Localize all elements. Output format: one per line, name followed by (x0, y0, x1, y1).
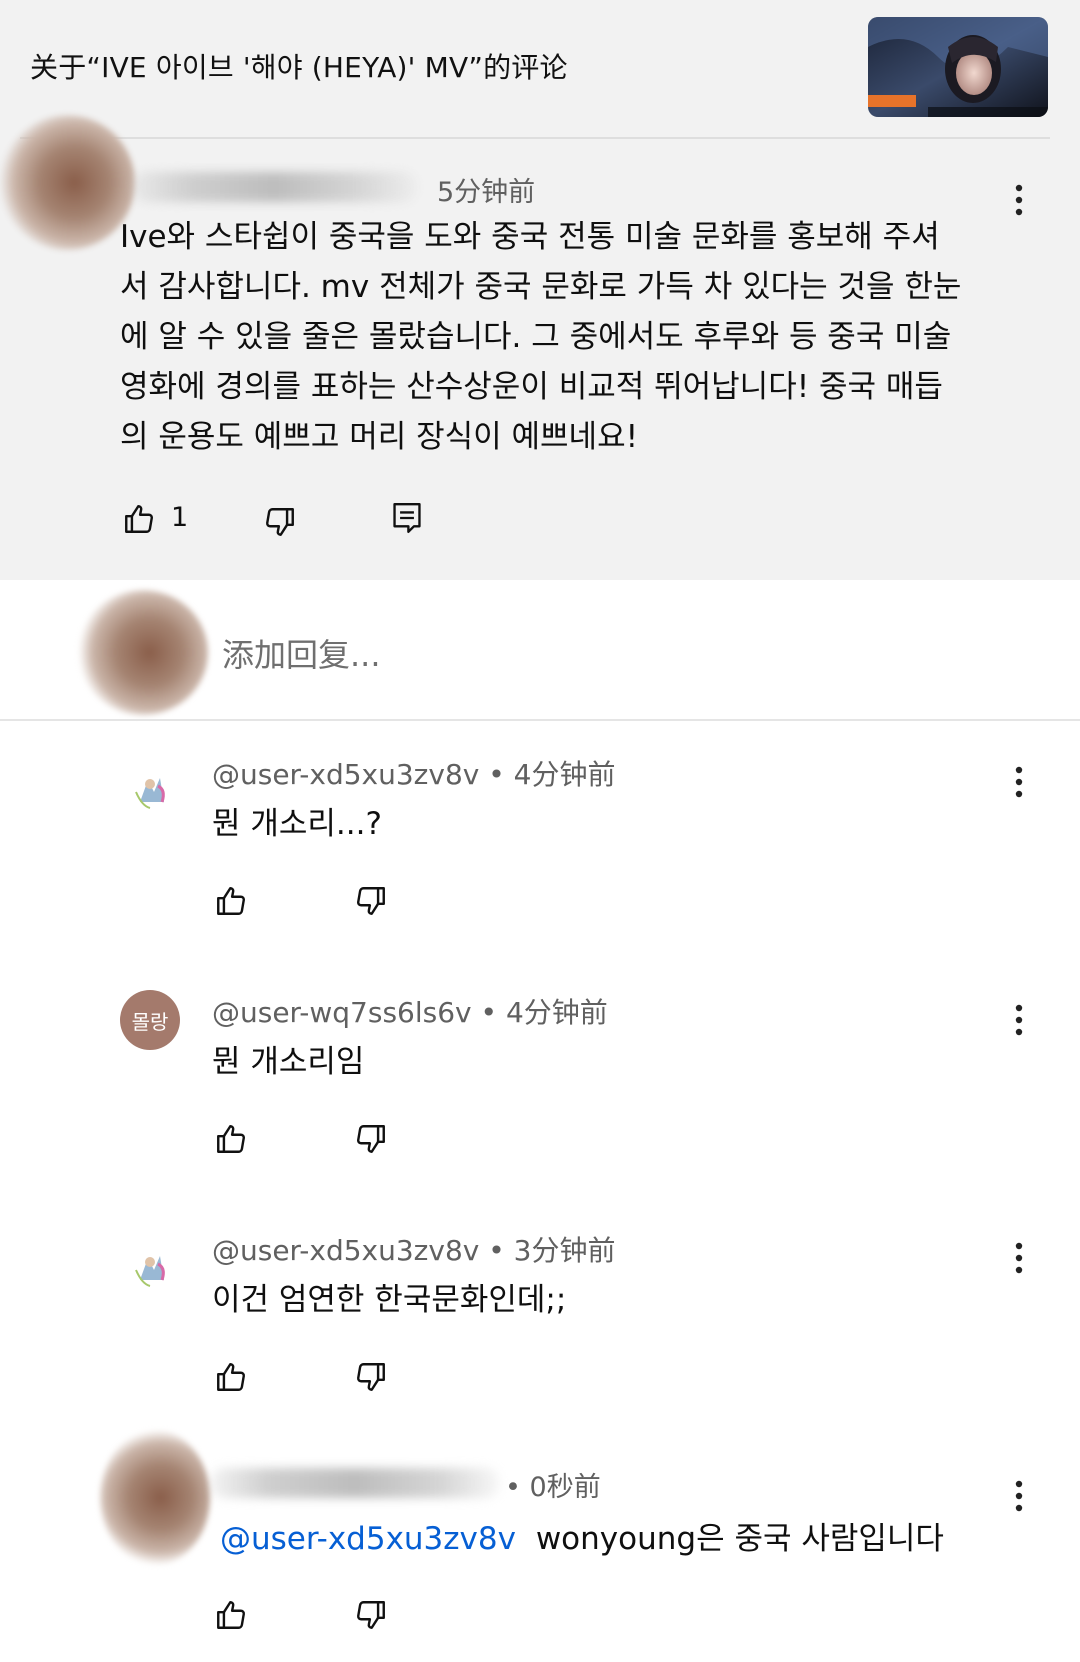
reply-avatar-blurred[interactable] (100, 1430, 210, 1565)
reply-divider (0, 719, 1080, 721)
reply-time: • 0秒前 (505, 1472, 601, 1503)
mention-link[interactable]: @user-xd5xu3zv8v (220, 1521, 516, 1557)
main-comment-text: Ive와 스타쉽이 중국을 도와 중국 전통 미술 문화를 홍보해 주셔 서 감… (120, 219, 962, 455)
reply-text: 뭔 개소리임 (212, 1044, 365, 1080)
reply-text: 이건 엄연한 한국문화인데;; (212, 1282, 567, 1318)
reply-time: 4分钟前 (513, 758, 616, 791)
reply-time: 4分钟前 (505, 996, 608, 1029)
reply-text: @user-xd5xu3zv8v wonyoung은 중국 사람입니다 (220, 1521, 944, 1557)
reply-icon[interactable] (390, 500, 424, 534)
like-count: 1 (171, 502, 189, 533)
reply-meta: @user-xd5xu3zv8v • 3分钟前 (212, 1234, 616, 1267)
author-avatar[interactable] (0, 115, 135, 250)
main-comment-time: 5分钟前 (437, 177, 536, 208)
reply-avatar[interactable] (120, 762, 180, 822)
thumb-down-icon[interactable] (263, 505, 297, 539)
thumb-down-icon[interactable] (354, 1122, 388, 1156)
reply-avatar[interactable]: 몰랑 (120, 990, 180, 1050)
reply-avatar[interactable] (120, 1240, 180, 1300)
reply-author[interactable]: @user-xd5xu3zv8v (212, 1234, 479, 1267)
thumb-up-icon[interactable] (214, 1360, 248, 1394)
more-vert-icon[interactable] (1009, 762, 1029, 802)
thumb-up-icon[interactable] (122, 502, 156, 536)
header-divider (20, 137, 1050, 139)
reply-meta: @user-wq7ss6ls6v • 4分钟前 (212, 996, 608, 1029)
more-vert-icon[interactable] (1009, 1238, 1029, 1278)
reply-author-blurred[interactable] (210, 1468, 500, 1498)
reply-input[interactable]: 添加回复... (222, 630, 381, 676)
thumb-down-icon[interactable] (354, 1360, 388, 1394)
thumb-down-icon[interactable] (354, 1598, 388, 1632)
thumb-up-icon[interactable] (214, 1122, 248, 1156)
video-thumbnail[interactable] (868, 17, 1048, 117)
thumb-down-icon[interactable] (354, 884, 388, 918)
more-vert-icon[interactable] (1009, 1476, 1029, 1516)
reply-time: 3分钟前 (513, 1234, 616, 1267)
reply-author[interactable]: @user-wq7ss6ls6v (212, 996, 472, 1029)
author-name-blurred[interactable] (132, 172, 417, 202)
thumb-up-icon[interactable] (214, 1598, 248, 1632)
reply-author[interactable]: @user-xd5xu3zv8v (212, 758, 479, 791)
thumb-up-icon[interactable] (214, 884, 248, 918)
reply-meta: @user-xd5xu3zv8v • 4分钟前 (212, 758, 616, 791)
reply-text: 뭔 개소리...? (212, 806, 382, 842)
more-vert-icon[interactable] (1009, 1000, 1029, 1040)
comments-header-title: 关于“IVE 아이브 '해야 (HEYA)' MV”的评论 (30, 51, 568, 84)
my-avatar (78, 590, 208, 715)
